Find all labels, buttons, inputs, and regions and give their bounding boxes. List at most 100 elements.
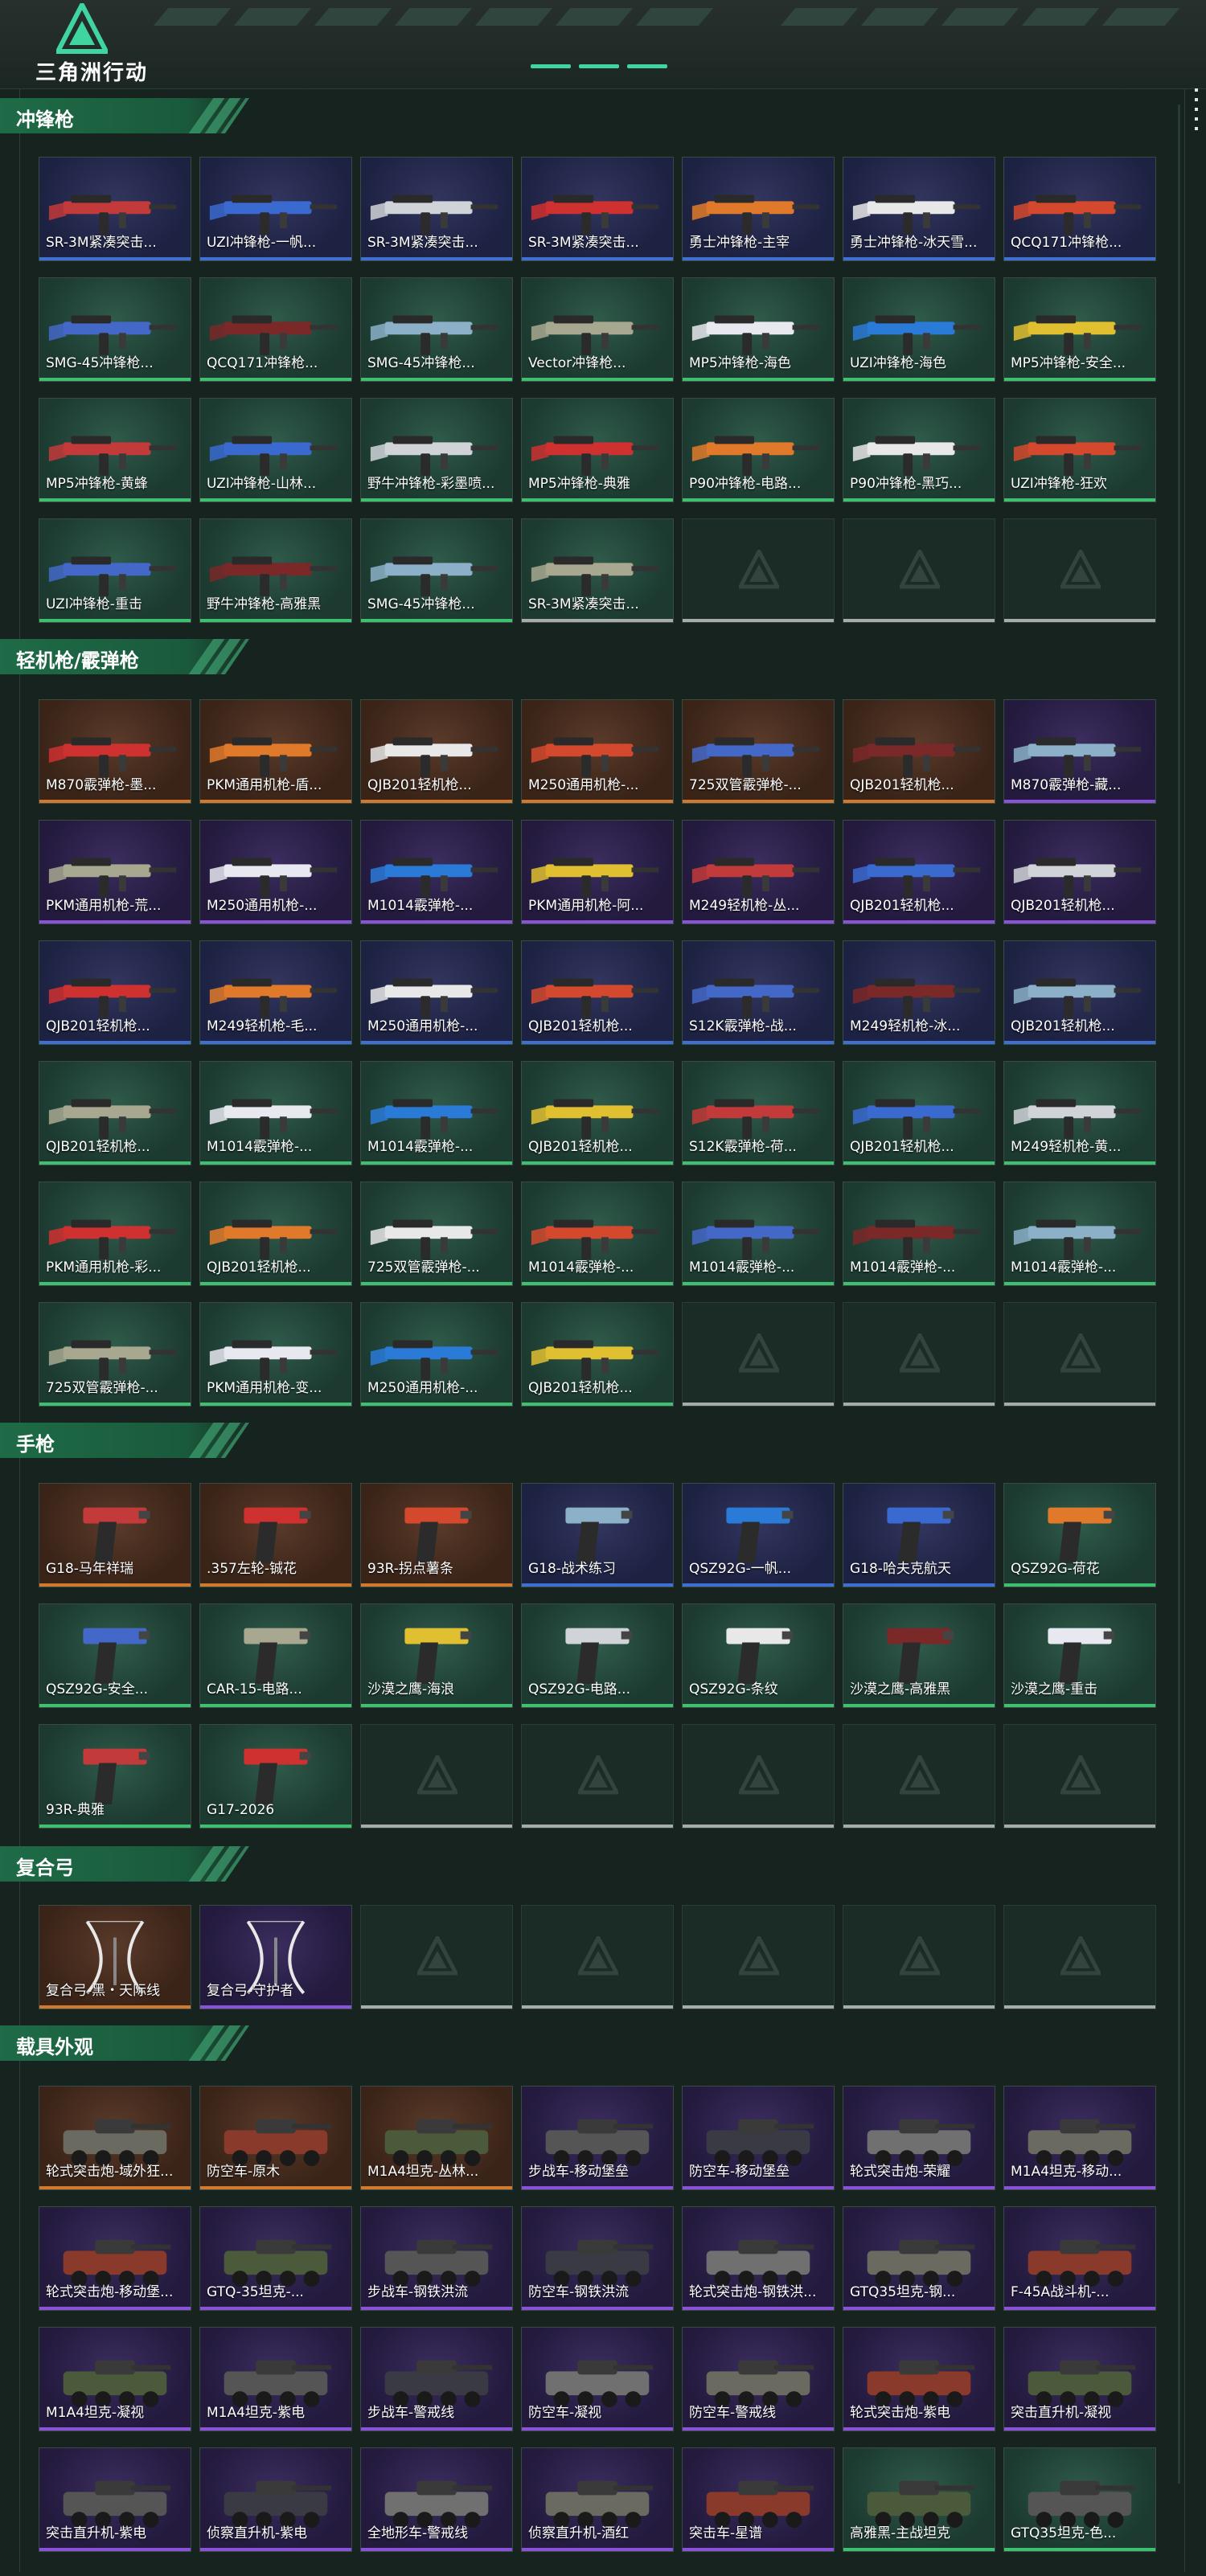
item-tile[interactable]: M870霰弹枪-墨... [39,699,191,804]
item-tile[interactable]: M249轻机枪-毛... [199,940,352,1045]
item-tile[interactable]: 轮式突击炮-钢铁洪... [682,2206,835,2311]
item-tile[interactable]: SR-3M紧凑突击... [521,518,674,623]
item-tile[interactable]: 沙漠之鹰-重击 [1003,1603,1156,1708]
item-tile[interactable]: M1014霰弹枪-... [1003,1182,1156,1286]
item-tile[interactable]: SR-3M紧凑突击... [39,157,191,261]
item-tile[interactable]: 轮式突击炮-域外狂... [39,2086,191,2190]
item-tile[interactable]: M1014霰弹枪-... [360,1061,513,1165]
item-tile[interactable]: M250通用机枪-... [360,940,513,1045]
item-tile[interactable]: M249轻机枪-丛... [682,820,835,924]
item-tile[interactable]: PKM通用机枪-彩... [39,1182,191,1286]
item-tile[interactable]: QCQ171冲锋枪... [1003,157,1156,261]
item-tile[interactable]: 93R-典雅 [39,1724,191,1829]
item-tile[interactable]: M250通用机枪-... [360,1302,513,1407]
item-tile[interactable]: QSZ92G-一帆... [682,1483,835,1587]
item-tile[interactable]: 沙漠之鹰-高雅黑 [843,1603,995,1708]
item-tile[interactable]: 防空车-移动堡垒 [682,2086,835,2190]
item-tile[interactable]: QJB201轻机枪... [1003,940,1156,1045]
item-tile[interactable]: P90冲锋枪-电路... [682,398,835,502]
item-tile[interactable]: QJB201轻机枪... [1003,820,1156,924]
item-tile[interactable]: UZI冲锋枪-山林... [199,398,352,502]
item-tile[interactable]: 复合弓-守护者 [199,1905,352,2009]
item-tile[interactable]: MP5冲锋枪-海色 [682,277,835,382]
item-tile[interactable]: 防空车-钢铁洪流 [521,2206,674,2311]
item-tile[interactable]: GTQ35坦克-色... [1003,2447,1156,2552]
item-tile[interactable]: QJB201轻机枪... [843,1061,995,1165]
item-tile[interactable]: GTQ-35坦克-... [199,2206,352,2311]
item-tile[interactable]: M1A4坦克-紫电 [199,2327,352,2431]
item-tile[interactable]: 沙漠之鹰-海浪 [360,1603,513,1708]
item-tile[interactable]: M870霰弹枪-藏... [1003,699,1156,804]
item-tile[interactable]: CAR-15-电路... [199,1603,352,1708]
item-tile[interactable]: 防空车-凝视 [521,2327,674,2431]
item-tile[interactable]: SMG-45冲锋枪... [360,277,513,382]
item-tile[interactable]: G18-哈夫克航天 [843,1483,995,1587]
item-tile[interactable]: UZI冲锋枪-一帆... [199,157,352,261]
item-tile[interactable]: QSZ92G-条纹 [682,1603,835,1708]
item-tile[interactable]: UZI冲锋枪-狂欢 [1003,398,1156,502]
item-tile[interactable]: 防空车-警戒线 [682,2327,835,2431]
item-tile[interactable]: QCQ171冲锋枪... [199,277,352,382]
item-tile[interactable]: 野牛冲锋枪-高雅黑 [199,518,352,623]
item-tile[interactable]: G18-马年祥瑞 [39,1483,191,1587]
item-tile[interactable]: 防空车-原木 [199,2086,352,2190]
item-tile[interactable]: 侦察直升机-酒红 [521,2447,674,2552]
item-tile[interactable]: MP5冲锋枪-黄蜂 [39,398,191,502]
item-tile[interactable]: 轮式突击炮-紫电 [843,2327,995,2431]
item-tile[interactable]: M1A4坦克-凝视 [39,2327,191,2431]
item-tile[interactable]: SMG-45冲锋枪... [360,518,513,623]
item-tile[interactable]: QJB201轻机枪... [843,699,995,804]
item-tile[interactable]: 侦察直升机-紫电 [199,2447,352,2552]
item-tile[interactable]: QJB201轻机枪... [199,1182,352,1286]
item-tile[interactable]: UZI冲锋枪-重击 [39,518,191,623]
item-tile[interactable]: G17-2026 [199,1724,352,1829]
item-tile[interactable]: 725双管霰弹枪-... [360,1182,513,1286]
item-tile[interactable]: QJB201轻机枪... [39,1061,191,1165]
item-tile[interactable]: M1014霰弹枪-... [521,1182,674,1286]
item-tile[interactable]: M1014霰弹枪-... [199,1061,352,1165]
item-tile[interactable]: QJB201轻机枪... [39,940,191,1045]
item-tile[interactable]: Vector冲锋枪... [521,277,674,382]
item-tile[interactable]: M1A4坦克-移动... [1003,2086,1156,2190]
item-tile[interactable]: 轮式突击炮-移动堡... [39,2206,191,2311]
item-tile[interactable]: PKM通用机枪-变... [199,1302,352,1407]
item-tile[interactable]: M249轻机枪-黄... [1003,1061,1156,1165]
item-tile[interactable]: 步战车-钢铁洪流 [360,2206,513,2311]
item-tile[interactable]: M249轻机枪-冰... [843,940,995,1045]
item-tile[interactable]: QSZ92G-安全... [39,1603,191,1708]
item-tile[interactable]: MP5冲锋枪-典雅 [521,398,674,502]
item-tile[interactable]: S12K霰弹枪-荷... [682,1061,835,1165]
item-tile[interactable]: 高雅黑-主战坦克 [843,2447,995,2552]
item-tile[interactable]: 突击车-星谱 [682,2447,835,2552]
item-tile[interactable]: P90冲锋枪-黑巧... [843,398,995,502]
item-tile[interactable]: M250通用机枪-... [521,699,674,804]
item-tile[interactable]: SR-3M紧凑突击... [360,157,513,261]
item-tile[interactable]: 轮式突击炮-荣耀 [843,2086,995,2190]
item-tile[interactable]: 勇士冲锋枪-主宰 [682,157,835,261]
item-tile[interactable]: PKM通用机枪-阿... [521,820,674,924]
item-tile[interactable]: QJB201轻机枪... [360,699,513,804]
item-tile[interactable]: M1A4坦克-丛林... [360,2086,513,2190]
item-tile[interactable]: G18-战术练习 [521,1483,674,1587]
item-tile[interactable]: 步战车-移动堡垒 [521,2086,674,2190]
item-tile[interactable]: MP5冲锋枪-安全... [1003,277,1156,382]
item-tile[interactable]: 步战车-警戒线 [360,2327,513,2431]
item-tile[interactable]: M250通用机枪-... [199,820,352,924]
item-tile[interactable]: SMG-45冲锋枪... [39,277,191,382]
item-tile[interactable]: 突击直升机-凝视 [1003,2327,1156,2431]
item-tile[interactable]: 复合弓-黑・天际线 [39,1905,191,2009]
item-tile[interactable]: GTQ35坦克-钢... [843,2206,995,2311]
item-tile[interactable]: 突击直升机-紫电 [39,2447,191,2552]
item-tile[interactable]: M1014霰弹枪-... [360,820,513,924]
item-tile[interactable]: QSZ92G-电路... [521,1603,674,1708]
item-tile[interactable]: 野牛冲锋枪-彩墨喷... [360,398,513,502]
item-tile[interactable]: S12K霰弹枪-战... [682,940,835,1045]
item-tile[interactable]: .357左轮-铖花 [199,1483,352,1587]
item-tile[interactable]: QSZ92G-荷花 [1003,1483,1156,1587]
item-tile[interactable]: F-45A战斗机-... [1003,2206,1156,2311]
item-tile[interactable]: PKM通用机枪-盾... [199,699,352,804]
item-tile[interactable]: QJB201轻机枪... [521,940,674,1045]
item-tile[interactable]: 93R-拐点薯条 [360,1483,513,1587]
item-tile[interactable]: M1014霰弹枪-... [682,1182,835,1286]
item-tile[interactable]: QJB201轻机枪... [843,820,995,924]
